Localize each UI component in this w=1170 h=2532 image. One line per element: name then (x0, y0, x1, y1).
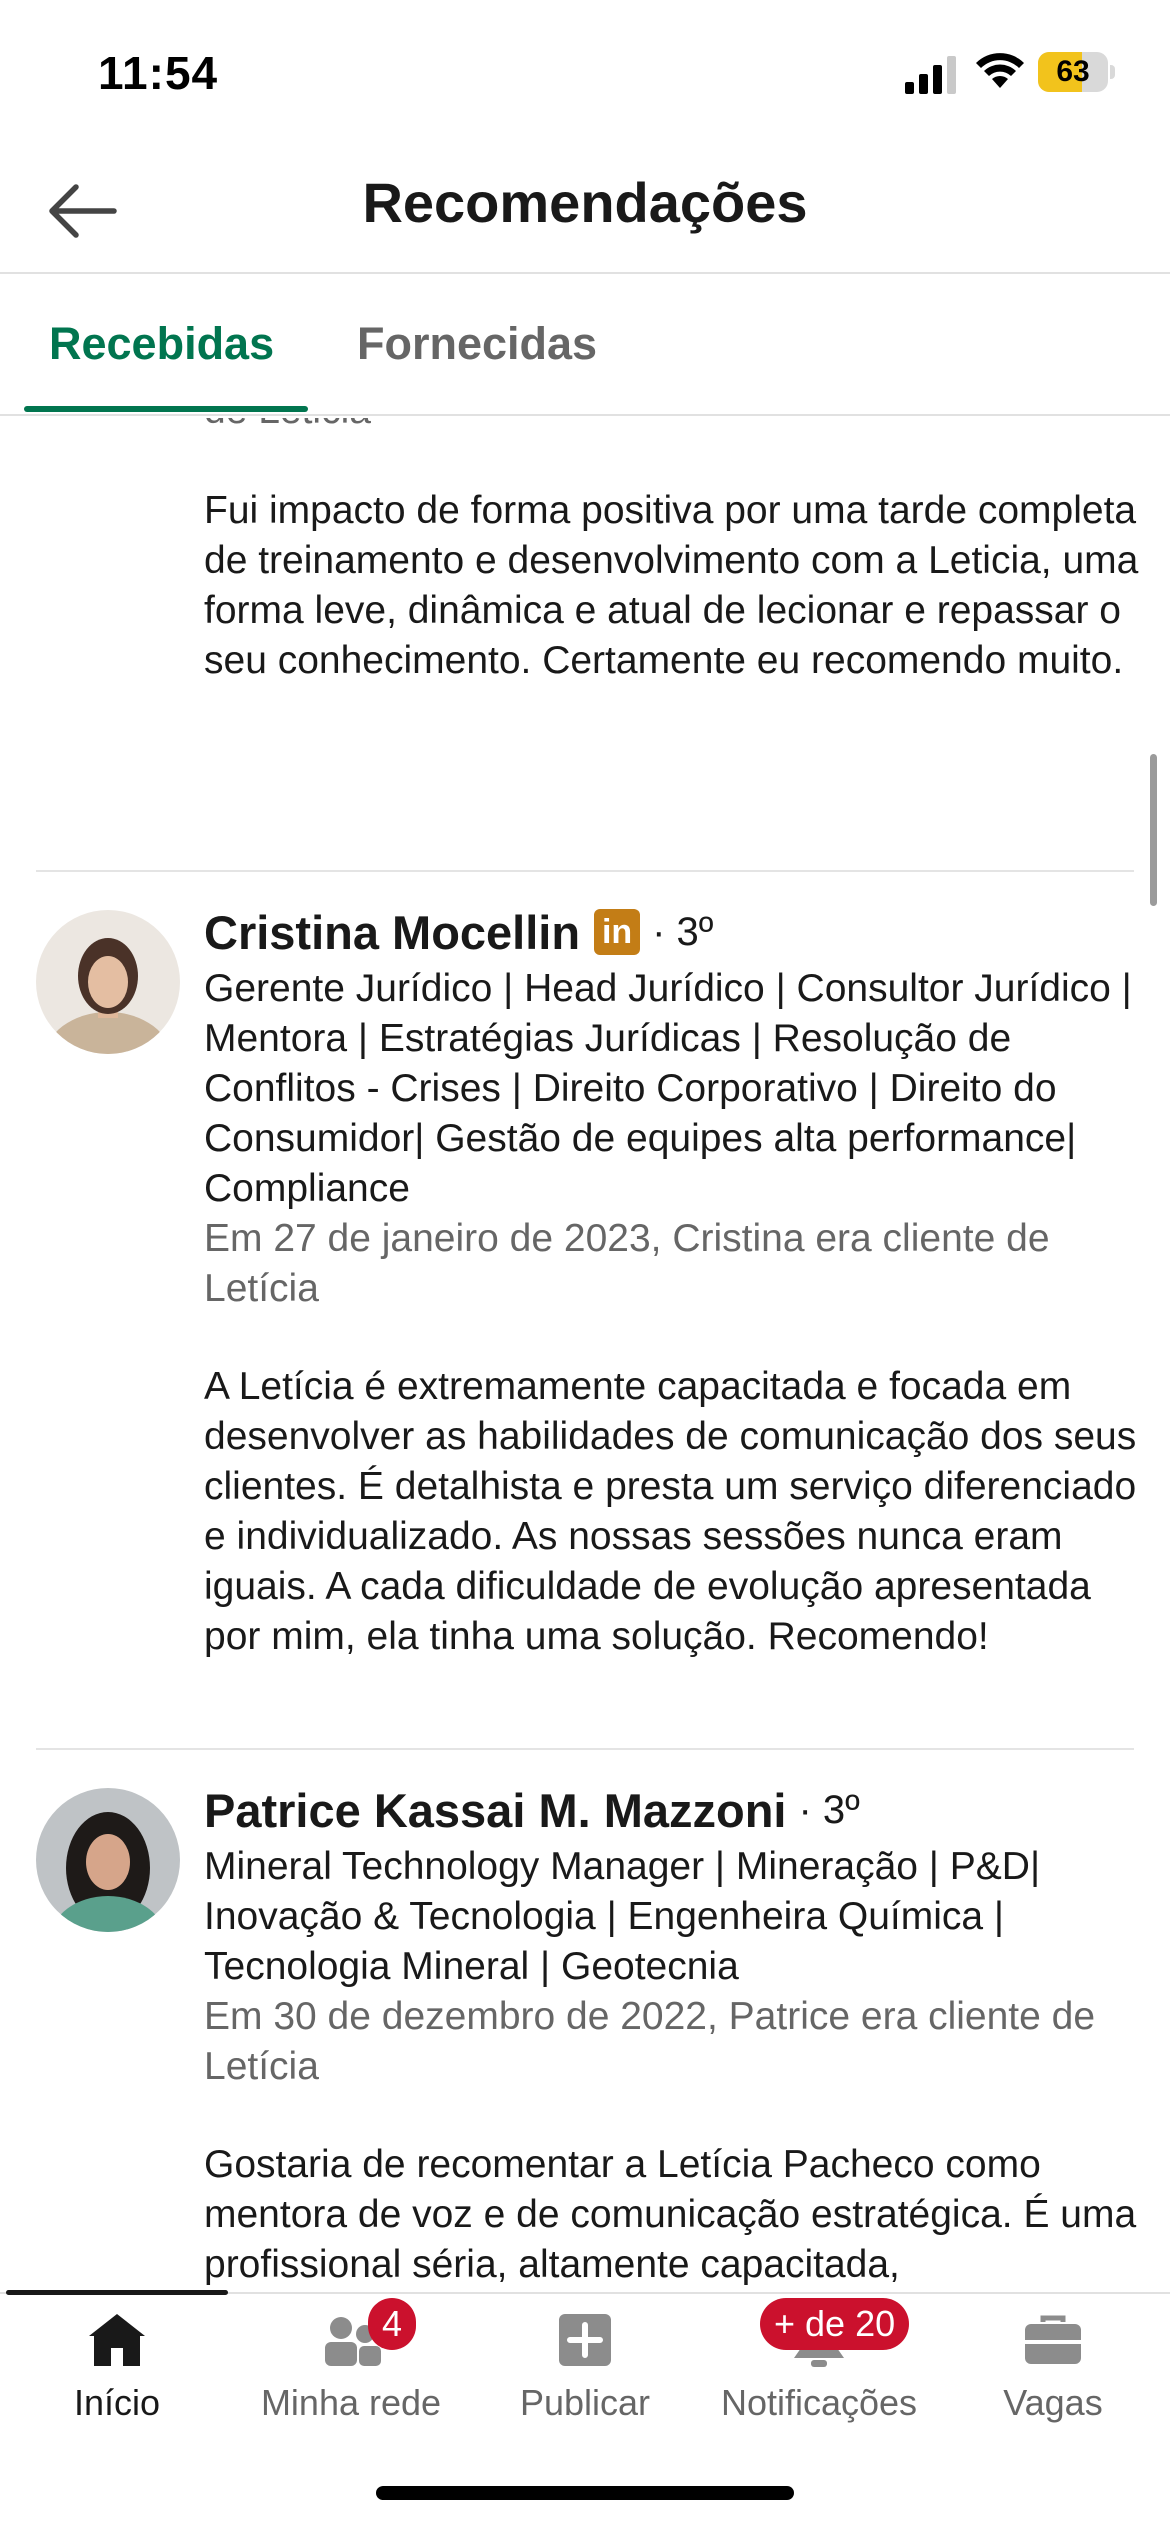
recommendation-meta: Em 30 de dezembro de 2022, Patrice era c… (204, 1995, 1096, 2088)
briefcase-icon (1025, 2315, 1081, 2364)
tab-received[interactable]: Recebidas (49, 318, 274, 370)
nav-label: Início (73, 2382, 161, 2423)
plus-square-icon (559, 2314, 611, 2366)
recommender-name[interactable]: Cristina Mocellin (204, 905, 580, 960)
network-badge: 4 (368, 2298, 417, 2350)
nav-label: Publicar (519, 2382, 651, 2423)
tab-given[interactable]: Fornecidas (357, 318, 597, 370)
recommender-name-row: Cristina Mocellin in · 3º (204, 902, 713, 962)
cellular-signal-icon (905, 56, 956, 94)
page-header: Recomendações (0, 150, 1170, 274)
home-indicator[interactable] (376, 2486, 794, 2500)
recommendation-meta: de Leticia (204, 418, 1144, 436)
battery-indicator: 63 (1038, 52, 1115, 92)
avatar-patrice[interactable] (36, 1788, 180, 1932)
active-tab-indicator (24, 406, 308, 412)
status-bar: 11:54 63 (0, 0, 1170, 150)
home-icon (89, 2314, 145, 2366)
recommendation-text: Gostaria de recomentar a Letícia Pacheco… (204, 2143, 1137, 2286)
recommendation-text: Fui impacto de forma positiva por uma ta… (204, 489, 1139, 682)
nav-jobs[interactable]: Vagas (936, 2294, 1170, 2454)
nav-label: Vagas (1003, 2382, 1103, 2423)
recommender-headline: Gerente Jurídico | Head Jurídico | Consu… (204, 967, 1132, 1210)
connection-degree: · 3º (798, 1787, 860, 1832)
wifi-icon (976, 53, 1024, 88)
linkedin-premium-icon: in (594, 909, 641, 955)
divider (36, 1748, 1134, 1750)
recommender-name-row: Patrice Kassai M. Mazzoni · 3º (204, 1780, 860, 1840)
nav-my-network[interactable]: 4 Minha rede (234, 2294, 468, 2454)
notifications-badge: + de 20 (760, 2298, 910, 2350)
recommender-name[interactable]: Patrice Kassai M. Mazzoni (204, 1783, 786, 1838)
avatar-cristina[interactable] (36, 910, 180, 1054)
battery-percentage: 63 (1056, 55, 1090, 88)
scrollbar[interactable] (1150, 754, 1157, 906)
connection-degree: · 3º (652, 909, 714, 954)
recommendation-text: A Letícia é extremamente capacitada e fo… (204, 1365, 1137, 1658)
recommender-headline: Mineral Technology Manager | Mineração |… (204, 1845, 1041, 1988)
nav-label: Notificações (720, 2382, 918, 2423)
nav-post[interactable]: Publicar (468, 2294, 702, 2454)
recommendation-meta: Em 27 de janeiro de 2023, Cristina era c… (204, 1217, 1050, 1310)
nav-notifications[interactable]: + de 20 Notificações (702, 2294, 936, 2454)
status-time: 11:54 (98, 47, 219, 99)
divider (36, 870, 1134, 872)
nav-home[interactable]: Início (0, 2294, 234, 2454)
recommendations-list[interactable]: de Leticia Fui impacto de forma positiva… (0, 418, 1170, 2292)
page-title: Recomendações (362, 171, 808, 234)
nav-label: Minha rede (260, 2382, 442, 2423)
tab-bar: Recebidas Fornecidas (0, 274, 1170, 416)
